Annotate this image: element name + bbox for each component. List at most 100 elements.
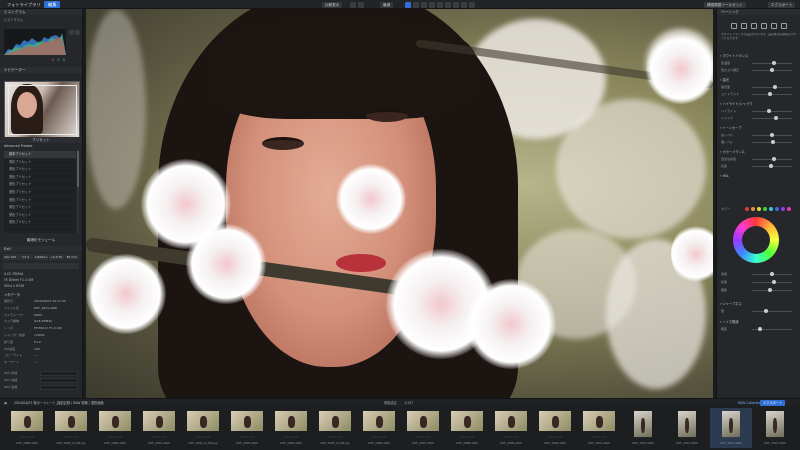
exif-button[interactable]: ISO 100 <box>3 254 18 260</box>
filmstrip-thumbnail[interactable]: ☆☆☆☆☆ DSF_2999.ARW <box>490 408 532 448</box>
preset-item[interactable]: 発色プリセット <box>4 212 76 220</box>
navigator-frame[interactable] <box>8 85 77 135</box>
rating-stars[interactable]: ☆☆☆☆☆ <box>710 435 752 439</box>
filmstrip-thumbnail[interactable]: ☆☆☆☆☆ DSF_2991.ARW <box>138 408 180 448</box>
compare-view-button[interactable]: 比較表示 <box>322 1 343 8</box>
preset-item[interactable]: 基本プリセット <box>4 151 76 159</box>
preset-scrollbar[interactable] <box>77 151 79 233</box>
crop-icon[interactable] <box>731 23 737 29</box>
preset-item[interactable]: 発色プリセット <box>4 219 76 227</box>
filmstrip-thumbnail[interactable]: ☆☆☆☆☆ DSF_2994.ARW <box>270 408 312 448</box>
iptc-field[interactable] <box>40 385 78 390</box>
eye-icon[interactable] <box>781 23 787 29</box>
thumbnail-image[interactable] <box>678 411 696 437</box>
filmstrip-thumbnail[interactable]: ☆☆☆☆☆ DSF_2997.ARW <box>402 408 444 448</box>
toolset-button[interactable]: 構図調整ツールセット <box>704 1 746 8</box>
slider-track[interactable] <box>752 280 792 284</box>
filmstrip-thumbnail[interactable]: ☆☆☆☆☆ DSF_3015.ARW <box>666 408 708 448</box>
info-overlay-icon[interactable] <box>445 1 451 8</box>
slider-knob[interactable] <box>764 309 768 313</box>
section-header[interactable]: トーンカーブ <box>720 125 798 131</box>
thumbnail-image[interactable] <box>319 411 351 431</box>
metadata-value[interactable]: SONY <box>34 313 42 318</box>
slider-knob[interactable] <box>770 133 774 137</box>
zoom-fit-select[interactable]: 最適 <box>380 1 394 8</box>
slider-track[interactable] <box>752 92 792 96</box>
slider-track[interactable] <box>752 157 792 161</box>
section-header[interactable]: カラーバランス <box>720 149 798 155</box>
rating-stars[interactable]: ☆☆☆☆☆ <box>94 435 136 439</box>
split-view-icon[interactable] <box>421 1 427 8</box>
metadata-value[interactable]: FE 85mm F1.4 GM <box>34 326 62 331</box>
export-top-button[interactable]: エクスポート <box>768 1 796 8</box>
slider-knob[interactable] <box>772 157 776 161</box>
metadata-value[interactable]: 2024/04/07 10:17:34 <box>34 299 66 304</box>
exif-panel-title[interactable]: Exif <box>0 246 82 252</box>
preset-item[interactable]: 発色プリセット <box>4 181 76 189</box>
brush-icon[interactable] <box>751 23 757 29</box>
thumbnail-image[interactable] <box>634 411 652 437</box>
before-after-icon[interactable] <box>429 1 435 8</box>
rating-stars[interactable]: ☆☆☆☆☆ <box>50 435 92 439</box>
slider-track[interactable] <box>752 327 792 331</box>
thumbnail-image[interactable] <box>495 411 527 431</box>
rating-stars[interactable]: ☆☆☆☆☆ <box>754 435 796 439</box>
presets-footer[interactable]: 最適化モジュール <box>0 238 82 243</box>
thumbnail-image[interactable] <box>143 411 175 431</box>
slider-knob[interactable] <box>766 109 771 113</box>
filmstrip-thumbnail[interactable]: ☆☆☆☆☆ DSF_2990.ARW <box>94 408 136 448</box>
rating-stars[interactable]: ☆☆☆☆☆ <box>270 435 312 439</box>
single-view-icon[interactable] <box>405 1 411 8</box>
metadata-value[interactable]: 100 <box>34 347 40 352</box>
rating-stars[interactable]: ☆☆☆☆☆ <box>182 435 224 439</box>
color-swatch[interactable] <box>769 207 773 211</box>
fullscreen-icon[interactable] <box>469 1 475 8</box>
exif-toggle-row[interactable] <box>3 263 79 269</box>
presets-panel-title[interactable]: プリセット <box>0 137 82 143</box>
color-swatch[interactable] <box>775 207 779 211</box>
flip-icon[interactable] <box>461 1 467 8</box>
rating-stars[interactable]: ☆☆☆☆☆ <box>226 435 268 439</box>
filmstrip-thumbnail[interactable]: ☆☆☆☆☆ DSF_3022.ARW <box>754 408 796 448</box>
thumbnail-image[interactable] <box>583 411 615 431</box>
slider-knob[interactable] <box>774 116 778 120</box>
main-photo-canvas[interactable] <box>86 9 713 398</box>
metadata-value[interactable]: — <box>34 353 37 358</box>
slider-knob[interactable] <box>773 85 778 89</box>
color-swatch[interactable] <box>751 207 755 211</box>
filmstrip-thumbnail[interactable]: ☆☆☆☆☆ DSF_3001.ARW <box>578 408 620 448</box>
section-header[interactable]: HSL <box>720 173 798 179</box>
metadata-value[interactable]: — <box>34 360 37 365</box>
preset-item[interactable]: 発色プリセット <box>4 189 76 197</box>
navigator-thumbnail[interactable] <box>4 81 80 138</box>
preset-item[interactable]: 発色プリセット <box>4 197 76 205</box>
section-header[interactable]: ノイズ軽減 <box>720 319 798 325</box>
exif-button[interactable]: +0.0 EV <box>49 254 64 260</box>
slider-track[interactable] <box>752 116 792 120</box>
slider-knob[interactable] <box>770 140 775 144</box>
color-swatch[interactable] <box>787 207 791 211</box>
thumbnail-image[interactable] <box>539 411 571 431</box>
slider-knob[interactable] <box>770 272 774 276</box>
redo-icon[interactable] <box>358 1 364 8</box>
slider-track[interactable] <box>752 61 792 65</box>
tab-edit[interactable]: 編集 <box>44 1 61 8</box>
exif-button[interactable]: 85 mm <box>64 254 80 260</box>
thumbnail-image[interactable] <box>722 411 740 437</box>
filmstrip-thumbnail[interactable]: ☆☆☆☆☆ DSF_2996.ARW <box>358 408 400 448</box>
color-wheel[interactable] <box>733 217 779 263</box>
metadata-title[interactable]: メタデータ <box>4 292 20 297</box>
preset-group-label[interactable]: Advanced Presets <box>4 144 32 148</box>
slider-track[interactable] <box>752 133 792 137</box>
filmstrip-thumbnail[interactable]: ☆☆☆☆☆ DSF_3000.ARW <box>534 408 576 448</box>
rating-stars[interactable]: ☆☆☆☆☆ <box>534 435 576 439</box>
histogram-r-label[interactable]: R <box>52 58 54 62</box>
clip-shadow-icon[interactable] <box>75 30 80 35</box>
thumbnail-image[interactable] <box>451 411 483 431</box>
histogram-b-label[interactable]: B <box>63 58 65 62</box>
slider-knob[interactable] <box>772 280 776 284</box>
slider-track[interactable] <box>752 109 792 113</box>
iptc-field[interactable] <box>40 371 78 376</box>
color-swatch[interactable] <box>763 207 767 211</box>
rating-stars[interactable]: ☆☆☆☆☆ <box>138 435 180 439</box>
